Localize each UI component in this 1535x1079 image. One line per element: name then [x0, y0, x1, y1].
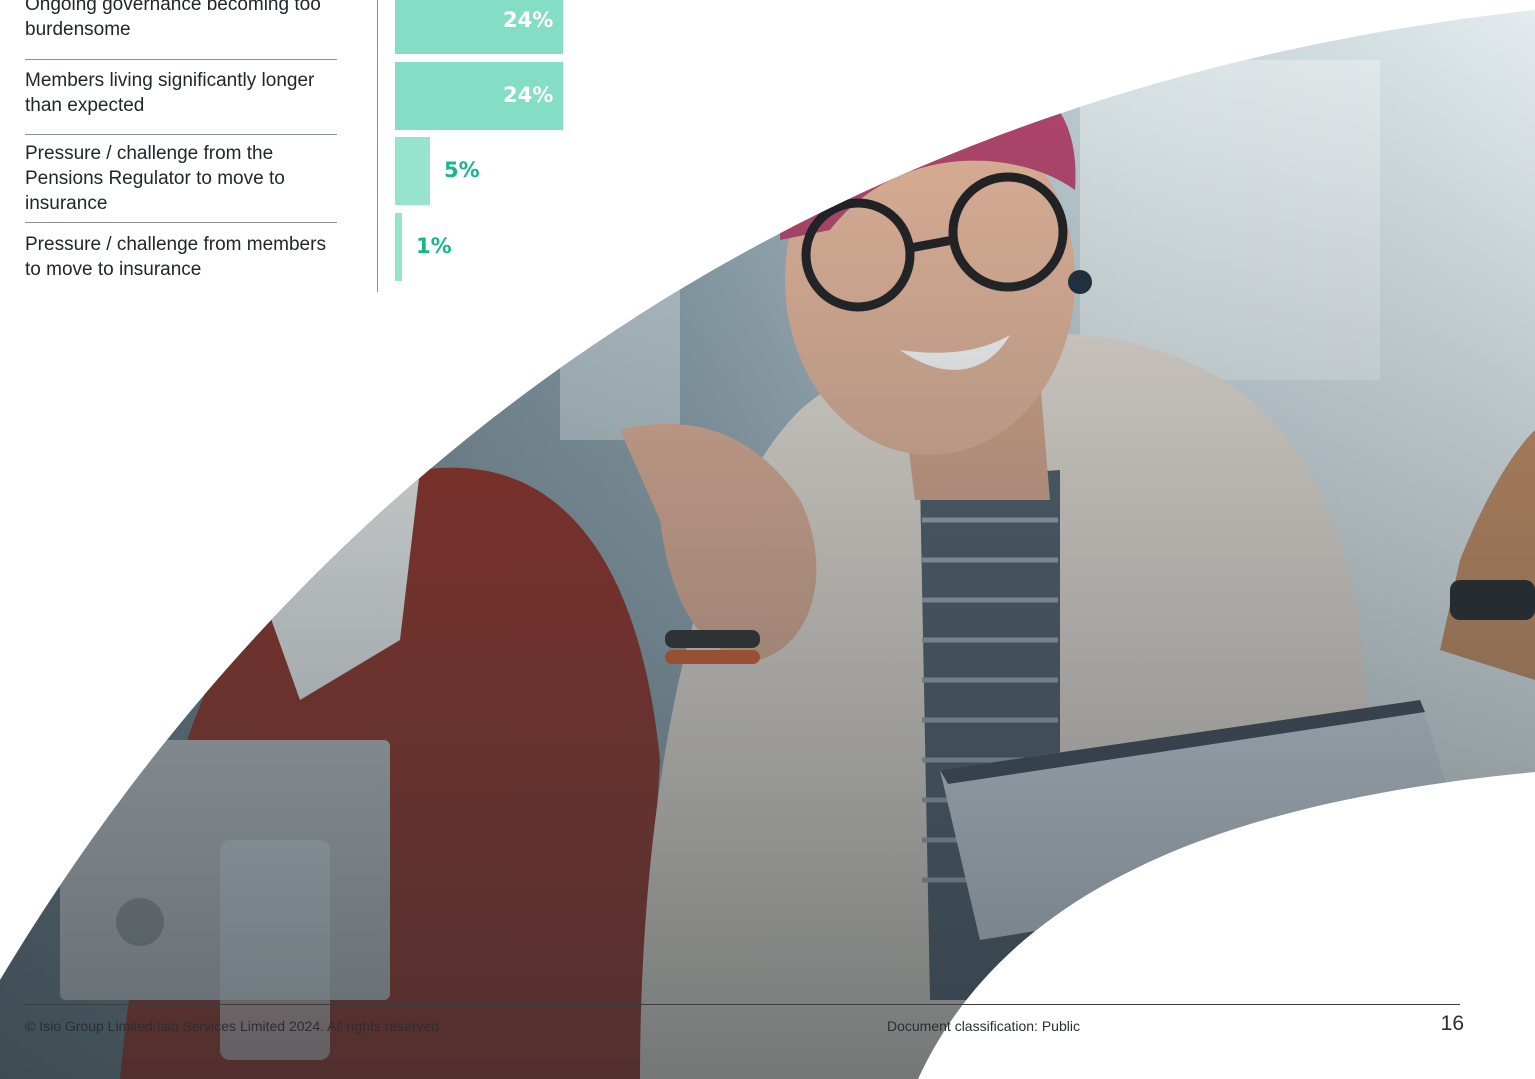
report-page: Ongoing governance becoming too burdenso…: [0, 0, 1535, 1079]
chart-axis-line: [377, 0, 378, 292]
document-classification: Document classification: Public: [887, 1018, 1080, 1034]
category-label: Members living significantly longer than…: [25, 60, 337, 135]
bar: [395, 213, 402, 281]
bar-value-label: 24%: [503, 8, 554, 32]
bar-value-label: 24%: [503, 83, 554, 107]
category-label: Pressure / challenge from members to mov…: [25, 234, 326, 280]
bar: [395, 137, 430, 205]
category-label: Pressure / challenge from the Pensions R…: [25, 135, 337, 223]
page-number: 16: [1440, 1012, 1464, 1035]
bar-value-label: 5%: [444, 158, 480, 182]
footer-divider: [25, 1004, 1460, 1005]
chart-category-labels: Ongoing governance becoming too burdenso…: [25, 0, 337, 293]
copyright-notice: © Isio Group Limited/Isio Services Limit…: [25, 1018, 440, 1034]
category-label: Ongoing governance becoming too burdenso…: [25, 0, 337, 60]
bar-value-label: 1%: [416, 234, 452, 258]
